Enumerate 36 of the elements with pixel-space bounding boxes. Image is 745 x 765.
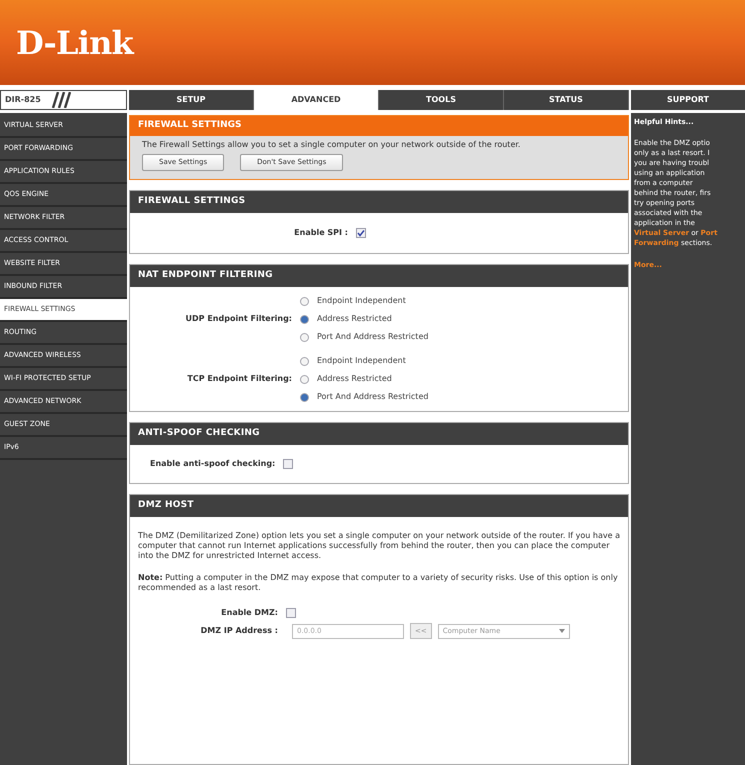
caret-icon [558, 629, 565, 633]
note-text: Note: Putting a computer in the DMZ may expose that computer to a variety of security risks. Use of this option is only recommended as a last resort. [138, 573, 619, 593]
nav-tab[interactable]: SETUP [129, 90, 254, 110]
option-label: Address Restricted [317, 313, 392, 325]
field-label: DMZ IP Address : [200, 625, 279, 637]
radio-button[interactable] [300, 296, 309, 306]
option-label: Port And Address Restricted [317, 391, 428, 403]
section-header: ANTI-SPOOF CHECKING [130, 423, 628, 445]
checkbox[interactable] [356, 228, 366, 238]
option-label: Endpoint Independent [317, 355, 406, 367]
section-header: DMZ HOST [130, 495, 628, 517]
option-label: Address Restricted [317, 373, 392, 385]
intro-text: The Firewall Settings allow you to set a single computer on your network outside of the router. [142, 140, 522, 150]
section-header: NAT ENDPOINT FILTERING [130, 265, 628, 287]
logo-text: D-Link [16, 22, 133, 64]
section-header: FIREWALL SETTINGS [130, 116, 628, 136]
radio-button[interactable] [300, 356, 309, 366]
radio-button[interactable] [300, 374, 309, 384]
checkbox[interactable] [286, 608, 296, 618]
field-label: Enable SPI : [293, 227, 349, 239]
radio-button[interactable] [300, 314, 309, 324]
option-label: Port And Address Restricted [317, 331, 428, 343]
nav-tab[interactable]: STATUS [504, 90, 629, 110]
model-label: DIR-825 [5, 94, 41, 106]
option-label: Endpoint Independent [317, 295, 406, 307]
field-label: UDP Endpoint Filtering: [184, 313, 293, 325]
radio-button[interactable] [300, 392, 309, 402]
field-label: Enable DMZ: [220, 607, 279, 619]
field-label: Enable anti-spoof checking: [150, 458, 276, 470]
nav-tab[interactable]: SUPPORT [631, 90, 745, 110]
checkbox[interactable] [283, 459, 294, 469]
radio-button[interactable] [300, 332, 309, 342]
description-text: The DMZ (Demilitarized Zone) option lets you set a single computer on your network outside of the router. If you have a computer that cannot run Internet applications successfully from behind the router, then you can place the computer into the DMZ for unrestricted Internet access. [138, 531, 620, 561]
nav-tab[interactable]: TOOLS [379, 90, 504, 110]
section-header: FIREWALL SETTINGS [130, 191, 628, 213]
field-label: TCP Endpoint Filtering: [186, 373, 293, 385]
